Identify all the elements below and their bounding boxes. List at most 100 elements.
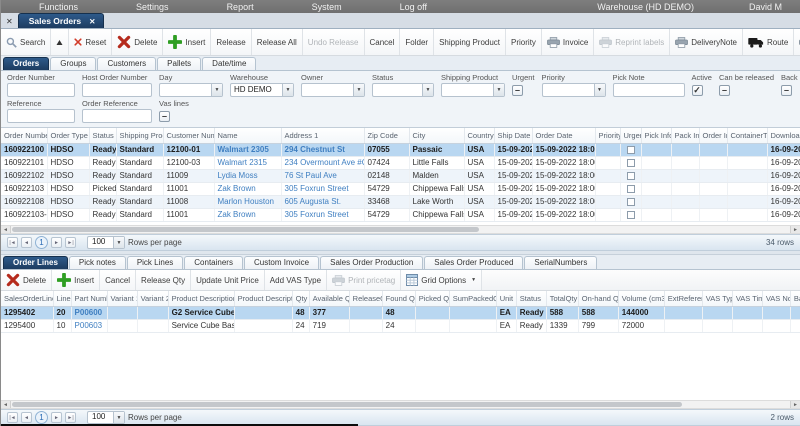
urgent-checkbox[interactable]	[627, 185, 635, 193]
address-1-link[interactable]: 76 St Paul Ave	[285, 171, 337, 180]
print-button[interactable]: Print▼	[794, 29, 800, 55]
lines-tab-custom-invoice[interactable]: Custom Invoice	[244, 256, 319, 269]
address-1-link[interactable]: 305 Foxrun Street	[285, 210, 349, 219]
column-header-product-description[interactable]: Product Description	[168, 291, 234, 306]
host-order-number-input[interactable]	[82, 83, 152, 97]
lines-grid-options-button[interactable]: Grid Options▼	[401, 270, 482, 290]
release-qty-button[interactable]: Release Qty	[136, 270, 191, 290]
column-header-releaseqty[interactable]: ReleaseQty	[349, 291, 382, 306]
name-link[interactable]: Lydia Moss	[218, 171, 258, 180]
column-header-order-type[interactable]: Order Type	[47, 128, 89, 143]
owner-select[interactable]: ▼	[301, 83, 365, 97]
column-header-sumpackedqty[interactable]: SumPackedQty	[449, 291, 496, 306]
column-header-part-number[interactable]: Part Number	[71, 291, 107, 306]
address-1-link[interactable]: 294 Chestnut St	[285, 145, 345, 154]
vas-lines-checkbox[interactable]: –	[159, 111, 170, 122]
column-header-found-qty[interactable]: Found Qty	[382, 291, 415, 306]
urgent-checkbox[interactable]	[627, 172, 635, 180]
column-header-order-number[interactable]: Order Number	[1, 128, 47, 143]
first-page-button[interactable]: |◄	[7, 412, 18, 423]
release-button[interactable]: Release	[211, 29, 251, 55]
can-be-released-checkbox[interactable]: –	[719, 85, 730, 96]
priority-select[interactable]: ▼	[542, 83, 606, 97]
address-1-link[interactable]: 234 Overmount Ave #C	[285, 158, 365, 167]
chevron-down-icon[interactable]: ▼	[282, 84, 293, 96]
status-select[interactable]: ▼	[372, 83, 434, 97]
shipping-product-button[interactable]: Shipping Product	[434, 29, 506, 55]
table-row[interactable]: 129540010P00603Service Cube Base2471924E…	[1, 319, 800, 332]
table-row[interactable]: 129540220P00600G2 Service Cube Cover4837…	[1, 306, 800, 319]
column-header-on-hand-qty[interactable]: On-hand Qty	[578, 291, 618, 306]
urgent-checkbox[interactable]	[627, 198, 635, 206]
last-page-button[interactable]: ►|	[65, 412, 76, 423]
column-header-totalqty[interactable]: TotalQty	[546, 291, 578, 306]
order-number-input[interactable]	[7, 83, 75, 97]
column-header-country[interactable]: Country	[464, 128, 494, 143]
chevron-down-icon[interactable]: ▼	[469, 277, 476, 283]
next-page-button[interactable]: ►	[51, 412, 62, 423]
close-all-tabs-icon[interactable]: ✕	[3, 17, 18, 28]
filter-tab-groups[interactable]: Groups	[50, 57, 96, 70]
close-tab-icon[interactable]: ✕	[89, 17, 95, 26]
column-header-ship-date[interactable]: Ship Date	[494, 128, 532, 143]
table-row[interactable]: 160922103HDSOPickedStandard11001Zak Brow…	[1, 182, 800, 195]
column-header-unit[interactable]: Unit	[496, 291, 516, 306]
filter-tab-orders[interactable]: Orders	[3, 57, 49, 70]
urgent-checkbox[interactable]	[627, 211, 635, 219]
column-header-qty[interactable]: Qty	[292, 291, 309, 306]
lines-tab-pick-notes[interactable]: Pick notes	[69, 256, 126, 269]
column-header-city[interactable]: City	[409, 128, 464, 143]
lines-tab-sales-order-production[interactable]: Sales Order Production	[320, 256, 423, 269]
route-button[interactable]: Route	[743, 29, 794, 55]
column-header-vas-type[interactable]: VAS Type	[702, 291, 732, 306]
table-row[interactable]: 160922103-1HDSOReadyStandard11001Zak Bro…	[1, 208, 800, 221]
lines-hscrollbar[interactable]: ◄ ►	[1, 400, 800, 409]
release-all-button[interactable]: Release All	[252, 29, 303, 55]
name-link[interactable]: Walmart 2315	[218, 158, 268, 167]
column-header-pick-info[interactable]: Pick Info	[641, 128, 671, 143]
table-row[interactable]: 160922100HDSOReadyStandard12100-01Walmar…	[1, 143, 800, 156]
column-header-containertype[interactable]: ContainerType	[727, 128, 767, 143]
priority-button[interactable]: Priority	[506, 29, 542, 55]
chevron-down-icon[interactable]: ▼	[113, 237, 124, 248]
column-header-variant-1[interactable]: Variant 1	[107, 291, 137, 306]
chevron-down-icon[interactable]: ▼	[353, 84, 364, 96]
urgent-checkbox[interactable]	[627, 146, 635, 154]
prev-page-button[interactable]: ◄	[21, 412, 32, 423]
scroll-left-icon[interactable]: ◄	[1, 401, 11, 408]
lines-insert-button[interactable]: Insert	[52, 270, 100, 290]
orders-hscrollbar[interactable]: ◄ ►	[1, 225, 800, 234]
scroll-left-icon[interactable]: ◄	[1, 226, 11, 233]
menu-system[interactable]: System	[312, 2, 342, 12]
column-header-download-to-v[interactable]: Download to V	[767, 128, 800, 143]
column-header-extreference[interactable]: ExtReference	[664, 291, 702, 306]
name-link[interactable]: Walmart 2305	[218, 145, 269, 154]
filter-tab-customers[interactable]: Customers	[97, 57, 156, 70]
lines-delete-button[interactable]: Delete	[1, 270, 52, 290]
column-header-zip-code[interactable]: Zip Code	[364, 128, 409, 143]
menu-functions[interactable]: Functions	[39, 2, 78, 12]
scroll-right-icon[interactable]: ►	[790, 226, 800, 233]
chevron-down-icon[interactable]: ▼	[211, 84, 222, 96]
scroll-right-icon[interactable]: ►	[790, 401, 800, 408]
folder-button[interactable]: Folder	[400, 29, 434, 55]
urgent-checkbox[interactable]: –	[512, 85, 523, 96]
chevron-down-icon[interactable]: ▼	[493, 84, 504, 96]
column-header-urgent[interactable]: Urgent	[620, 128, 641, 143]
pick-note-input[interactable]	[613, 83, 685, 97]
urgent-checkbox[interactable]	[627, 159, 635, 167]
orders-hscroll-track[interactable]	[11, 226, 790, 233]
delete-button[interactable]: Delete	[112, 29, 163, 55]
column-header-status[interactable]: Status	[516, 291, 546, 306]
chevron-down-icon[interactable]: ▼	[594, 84, 605, 96]
lines-cancel-button[interactable]: Cancel	[100, 270, 136, 290]
column-header-priority[interactable]: Priority	[595, 128, 620, 143]
column-header-address-1[interactable]: Address 1	[281, 128, 364, 143]
column-header-salesorderlineid[interactable]: SalesOrderLineId	[1, 291, 53, 306]
shipping-product-select[interactable]: ▼	[441, 83, 505, 97]
insert-button[interactable]: Insert	[163, 29, 211, 55]
column-header-batch[interactable]: Batch	[790, 291, 800, 306]
column-header-order-date[interactable]: Order Date	[532, 128, 595, 143]
column-header-status[interactable]: Status	[89, 128, 116, 143]
chevron-down-icon[interactable]: ▼	[113, 412, 124, 423]
